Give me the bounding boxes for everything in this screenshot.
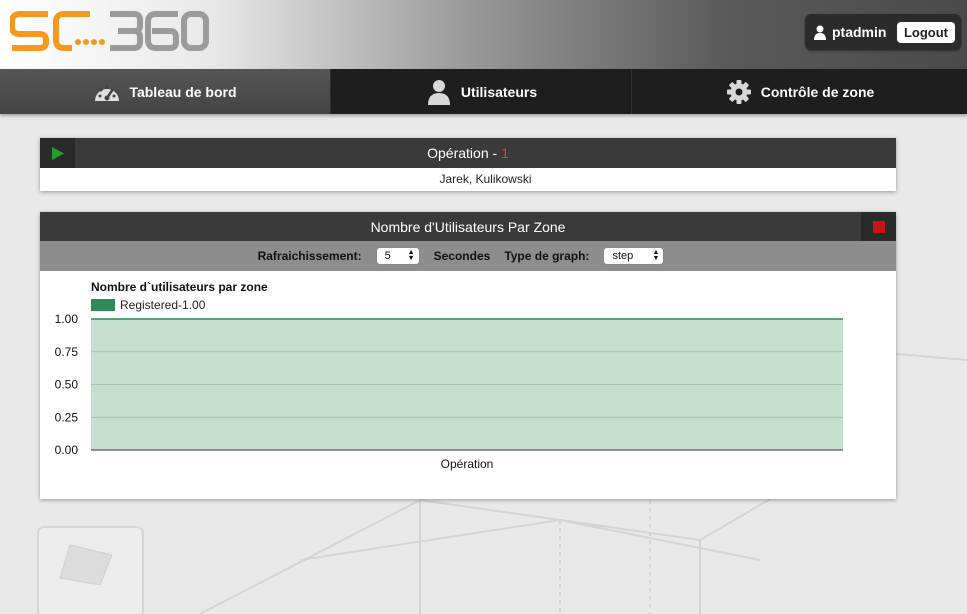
logout-button[interactable]: Logout [896, 21, 955, 43]
refresh-value: 5 [384, 250, 391, 262]
tab-label: Contrôle de zone [760, 83, 875, 100]
stop-icon [872, 220, 885, 233]
y-tick-label: 0.25 [55, 410, 79, 424]
operation-user-count: 1 [501, 145, 509, 161]
tab-tableau-de-bord[interactable]: Tableau de bord [0, 69, 331, 114]
gear-icon [726, 79, 751, 104]
user-menu: ptadmin Logout [805, 14, 961, 50]
graph-type-value: step [612, 250, 634, 262]
y-tick-label: 0.50 [55, 378, 79, 392]
operation-panel: Opération - 1 Jarek, Kulikowski [40, 138, 896, 191]
x-tick-label: Opération [441, 457, 494, 471]
username: ptadmin [832, 24, 887, 40]
user-icon [814, 25, 826, 40]
chart-panel-title: Nombre d'Utilisateurs Par Zone [370, 218, 566, 235]
stop-button[interactable] [861, 212, 896, 241]
users-per-zone-chart: Nombre d`utilisateurs par zone Registered… [55, 280, 843, 471]
chart-title: Nombre d`utilisateurs par zone [91, 280, 268, 294]
app-header: ptadmin Logout [0, 0, 967, 69]
user-icon [427, 79, 450, 105]
y-tick-label: 1.00 [55, 312, 79, 326]
operation-title: Opération - 1 [40, 145, 896, 161]
chart-controls: Rafraichissement: 5 ▲ ▼ Secondes Type de … [40, 241, 896, 271]
tab-label: Tableau de bord [129, 83, 237, 100]
dashboard-icon [95, 85, 120, 101]
refresh-label: Rafraichissement: [257, 249, 362, 263]
select-arrows-icon: ▲ ▼ [407, 249, 415, 262]
legend-label: Registered-1.00 [120, 298, 206, 312]
graph-type-select[interactable]: step ▲ ▼ [603, 247, 665, 265]
y-tick-label: 0.00 [55, 443, 79, 457]
graph-type-label: Type de graph: [504, 249, 590, 263]
y-tick-label: 0.75 [55, 345, 79, 359]
tab-label: Utilisateurs [460, 83, 538, 100]
operation-user: Jarek, Kulikowski [439, 172, 532, 186]
select-arrows-icon: ▲ ▼ [652, 249, 660, 262]
operation-title-label: Opération - [427, 145, 502, 161]
operation-panel-header: Opération - 1 [40, 138, 896, 168]
sc360-logo [10, 11, 209, 51]
tab-controle-de-zone[interactable]: Contrôle de zone [632, 69, 967, 114]
chart-panel-header: Nombre d'Utilisateurs Par Zone [40, 212, 896, 241]
legend-swatch [91, 299, 115, 311]
refresh-select[interactable]: 5 ▲ ▼ [375, 247, 420, 265]
users-per-zone-panel: Nombre d'Utilisateurs Par Zone Rafraichi… [40, 212, 896, 499]
seconds-label: Secondes [433, 249, 491, 263]
tab-utilisateurs[interactable]: Utilisateurs [331, 69, 632, 114]
main-nav: Tableau de bord Utilisateurs Contrôle de… [0, 69, 967, 114]
